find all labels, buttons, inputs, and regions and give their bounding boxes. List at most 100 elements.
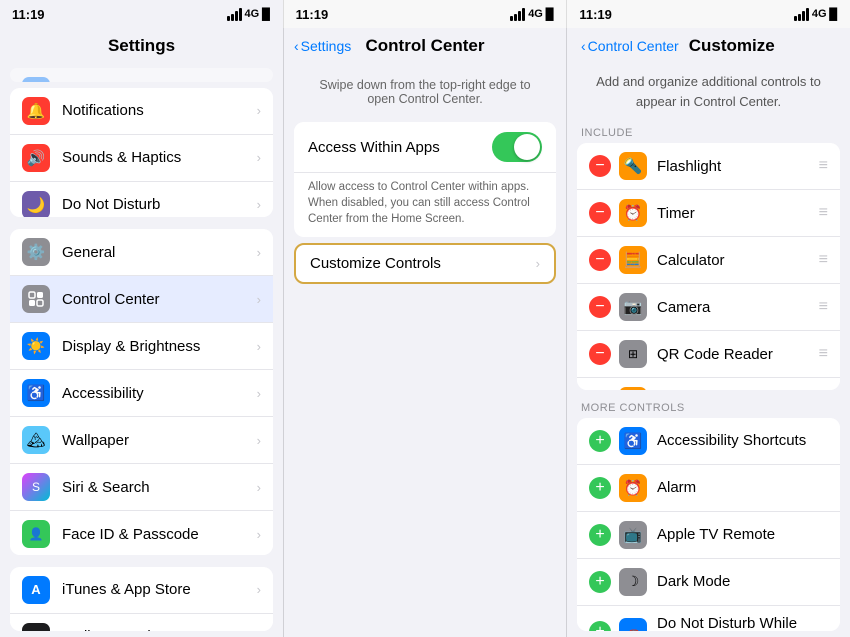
more-item-alarm[interactable]: + ⏰ Alarm [577, 465, 840, 512]
status-icons-right: 4G ▉ [794, 8, 838, 21]
controlcenter-chevron: › [257, 292, 261, 307]
settings-group-store: A iTunes & App Store › 💳 Wallet & Apple … [10, 567, 273, 631]
customize-controls-button[interactable]: Customize Controls › [294, 243, 556, 284]
include-item-calculator[interactable]: − 🧮 Calculator ≡ [577, 237, 840, 284]
include-item-timer[interactable]: − ⏰ Timer ≡ [577, 190, 840, 237]
remove-calculator-button[interactable]: − [589, 249, 611, 271]
add-alarm-button[interactable]: + [589, 477, 611, 499]
wallet-chevron: › [257, 629, 261, 631]
signal-right [794, 8, 809, 21]
back-to-control-center-button[interactable]: ‹ Control Center [581, 38, 679, 54]
settings-item-controlcenter[interactable]: Control Center › [10, 276, 273, 323]
more-controls-list: + ♿ Accessibility Shortcuts + ⏰ Alarm + … [577, 418, 840, 631]
notifications-icon: 🔔 [22, 97, 50, 125]
sounds-chevron: › [257, 150, 261, 165]
more-item-dnd-driving[interactable]: + 🚗 Do Not Disturb While Driving [577, 606, 840, 631]
back-settings-label: Settings [301, 38, 352, 54]
remove-flashlight-button[interactable]: − [589, 155, 611, 177]
more-item-accessibility-shortcuts[interactable]: + ♿ Accessibility Shortcuts [577, 418, 840, 465]
panels-container: Settings 🔗 🔔 Notifications › 🔊 Sounds & … [0, 28, 850, 637]
controlcenter-label: Control Center [62, 291, 257, 308]
control-center-title: Control Center [366, 36, 485, 56]
accessibility-shortcuts-label: Accessibility Shortcuts [657, 432, 828, 449]
flashlight-drag-icon[interactable]: ≡ [819, 157, 828, 175]
settings-item-itunes[interactable]: A iTunes & App Store › [10, 567, 273, 614]
accessibility-label: Accessibility [62, 385, 257, 402]
control-center-header: ‹ Settings Control Center [284, 28, 566, 62]
settings-group-notifications: 🔔 Notifications › 🔊 Sounds & Haptics › 🌙… [10, 88, 273, 218]
customize-controls-label: Customize Controls [310, 255, 441, 272]
customize-title: Customize [689, 36, 775, 56]
qr-label: QR Code Reader [657, 346, 819, 363]
settings-item-faceid[interactable]: 👤 Face ID & Passcode › [10, 511, 273, 554]
status-bar-left: 11:19 4G ▉ [0, 0, 283, 28]
timer-label: Timer [657, 205, 819, 222]
general-label: General [62, 244, 257, 261]
itunes-chevron: › [257, 582, 261, 597]
access-within-apps-item[interactable]: Access Within Apps [294, 122, 556, 173]
settings-item-dnd[interactable]: 🌙 Do Not Disturb › [10, 182, 273, 218]
control-center-content: Swipe down from the top-right edge to op… [284, 62, 566, 296]
access-within-apps-toggle[interactable] [492, 132, 542, 162]
add-dnd-driving-button[interactable]: + [589, 621, 611, 631]
access-within-apps-label: Access Within Apps [308, 139, 492, 156]
wallpaper-icon: 🏔 [22, 426, 50, 454]
controlcenter-icon [22, 285, 50, 313]
settings-item-partial[interactable]: 🔗 [10, 68, 273, 82]
settings-item-general[interactable]: ⚙️ General › [10, 229, 273, 276]
settings-item-wallet[interactable]: 💳 Wallet & Apple Pay › [10, 614, 273, 631]
settings-item-wallpaper[interactable]: 🏔 Wallpaper › [10, 417, 273, 464]
display-chevron: › [257, 339, 261, 354]
network-right: 4G [812, 8, 827, 20]
siri-chevron: › [257, 480, 261, 495]
include-list: − 🔦 Flashlight ≡ − ⏰ Timer ≡ − 🧮 Calcula… [577, 143, 840, 390]
more-item-darkmode[interactable]: + ☽ Dark Mode [577, 559, 840, 606]
itunes-icon: A [22, 576, 50, 604]
alarm-label: Alarm [657, 479, 828, 496]
dnd-icon: 🌙 [22, 191, 50, 218]
signal-middle [510, 8, 525, 21]
status-icons-left: 4G ▉ [227, 8, 271, 21]
signal-left [227, 8, 242, 21]
time-middle: 11:19 [296, 7, 329, 22]
wallpaper-label: Wallpaper [62, 432, 257, 449]
cc-hint: Swipe down from the top-right edge to op… [284, 68, 566, 116]
customize-header: ‹ Control Center Customize [567, 28, 850, 62]
timer-drag-icon[interactable]: ≡ [819, 204, 828, 222]
back-to-settings-button[interactable]: ‹ Settings [294, 38, 351, 54]
time-left: 11:19 [12, 7, 45, 22]
calculator-drag-icon[interactable]: ≡ [819, 251, 828, 269]
alarm-icon: ⏰ [619, 474, 647, 502]
network-middle: 4G [528, 8, 543, 20]
settings-item-accessibility[interactable]: ♿ Accessibility › [10, 370, 273, 417]
battery-middle: ▉ [546, 8, 554, 21]
appletv-label: Apple TV Remote [657, 526, 828, 543]
settings-title: Settings [0, 28, 283, 62]
battery-right: ▉ [830, 8, 838, 21]
qr-icon: ⊞ [619, 340, 647, 368]
qr-drag-icon[interactable]: ≡ [819, 345, 828, 363]
add-accessibility-button[interactable]: + [589, 430, 611, 452]
calculator-icon: 🧮 [619, 246, 647, 274]
add-darkmode-button[interactable]: + [589, 571, 611, 593]
camera-drag-icon[interactable]: ≡ [819, 298, 828, 316]
settings-item-sounds[interactable]: 🔊 Sounds & Haptics › [10, 135, 273, 182]
settings-item-display[interactable]: ☀️ Display & Brightness › [10, 323, 273, 370]
dnd-chevron: › [257, 197, 261, 212]
remove-qr-button[interactable]: − [589, 343, 611, 365]
accessibility-chevron: › [257, 386, 261, 401]
remove-camera-button[interactable]: − [589, 296, 611, 318]
settings-group-1: 🔗 [10, 68, 273, 82]
time-right: 11:19 [579, 7, 612, 22]
include-item-camera[interactable]: − 📷 Camera ≡ [577, 284, 840, 331]
include-item-qr[interactable]: − ⊞ QR Code Reader ≡ [577, 331, 840, 378]
remove-timer-button[interactable]: − [589, 202, 611, 224]
timer-icon: ⏰ [619, 199, 647, 227]
settings-item-notifications[interactable]: 🔔 Notifications › [10, 88, 273, 135]
more-item-appletv[interactable]: + 📺 Apple TV Remote [577, 512, 840, 559]
add-appletv-button[interactable]: + [589, 524, 611, 546]
camera-label: Camera [657, 299, 819, 316]
include-item-lowpower[interactable]: − 🔋 Low Power Mode ≡ [577, 378, 840, 390]
include-item-flashlight[interactable]: − 🔦 Flashlight ≡ [577, 143, 840, 190]
settings-item-siri[interactable]: S Siri & Search › [10, 464, 273, 511]
